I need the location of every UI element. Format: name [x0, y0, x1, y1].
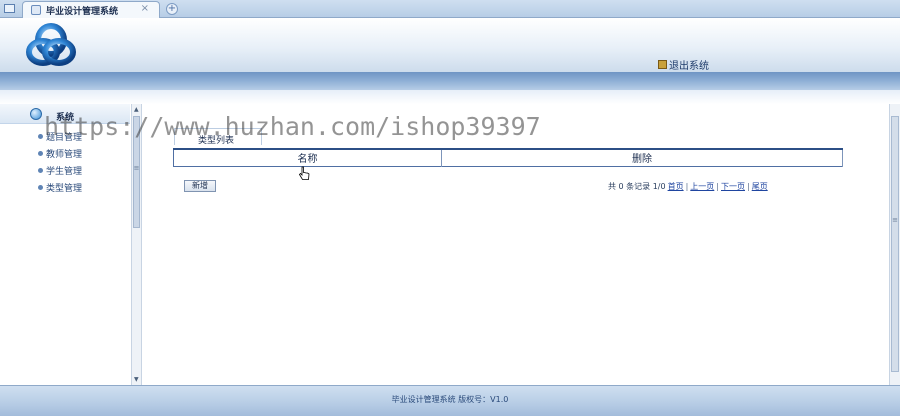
bullet-icon — [38, 151, 43, 156]
footer-text: 毕业设计管理系统 版权号：V1.0 — [391, 395, 509, 404]
app-header: 退出系统 — [0, 18, 900, 72]
sidebar-item-label: 类型管理 — [46, 184, 83, 194]
exit-icon — [658, 59, 667, 69]
pagination: 共 0 条记录 1/0 首页 | 上一页 | 下一页 | 尾页 — [608, 180, 768, 192]
exit-label: 退出系统 — [669, 60, 709, 72]
sidebar-scrollbar[interactable]: ▲ ≡ ▼ — [131, 104, 142, 385]
main-scroll-thumb[interactable] — [891, 116, 899, 372]
header-bar-fade — [0, 90, 900, 104]
main-scrollbar[interactable]: ≡ — [889, 104, 900, 385]
logo-icon — [26, 23, 76, 66]
pager-separator: | — [747, 181, 750, 191]
sidebar-item-label: 教师管理 — [46, 150, 83, 160]
sidebar-item-label: 学生管理 — [46, 167, 83, 177]
scroll-down-arrow-icon[interactable]: ▼ — [134, 376, 139, 383]
sidebar-item-types[interactable]: 类型管理 — [38, 179, 82, 196]
table-header-row: 名称 删除 — [173, 148, 843, 166]
bullet-icon — [38, 134, 43, 139]
exit-system-link[interactable]: 退出系统 — [658, 58, 709, 72]
add-button[interactable]: 新增 — [184, 180, 216, 192]
new-tab-icon[interactable]: + — [166, 3, 178, 15]
bullet-icon — [38, 168, 43, 173]
grip-icon: ≡ — [133, 164, 140, 172]
watermark-text: https://www.huzhan.com/ishop39397 — [44, 112, 541, 141]
sidebar-item-teachers[interactable]: 教师管理 — [38, 145, 82, 162]
tab-title: 毕业设计管理系统 — [46, 7, 119, 17]
bullet-icon — [38, 185, 43, 190]
pager-next-link[interactable]: 下一页 — [721, 181, 745, 192]
system-icon — [30, 108, 42, 120]
grip-icon: ≡ — [892, 216, 898, 224]
pager-prev-link[interactable]: 上一页 — [690, 181, 714, 192]
sidebar: 系统 题目管理 教师管理 学生管理 类型管理 — [0, 104, 130, 385]
close-icon[interactable]: × — [141, 3, 149, 14]
pager-separator: | — [685, 181, 689, 191]
pager-first-link[interactable]: 首页 — [668, 181, 684, 192]
column-header-delete[interactable]: 删除 — [441, 148, 843, 166]
window-icon[interactable] — [4, 4, 15, 13]
favicon-icon — [31, 5, 41, 15]
pager-summary: 共 0 条记录 1/0 — [608, 181, 666, 191]
main-content: 类型列表 名称 删除 新增 共 0 条记录 1/0 首页 | 上一页 | 下一页… — [146, 104, 888, 385]
browser-tab[interactable]: 毕业设计管理系统 × — [22, 1, 160, 18]
pager-last-link[interactable]: 尾页 — [752, 181, 768, 192]
type-table: 名称 删除 — [173, 148, 843, 167]
footer: 毕业设计管理系统 版权号：V1.0 — [0, 385, 900, 416]
pager-separator: | — [716, 181, 719, 191]
header-bar — [0, 72, 900, 90]
column-header-name[interactable]: 名称 — [173, 148, 442, 166]
pointer-cursor-icon — [299, 166, 310, 180]
sidebar-item-students[interactable]: 学生管理 — [38, 162, 82, 179]
browser-tab-strip: 毕业设计管理系统 × + — [0, 0, 900, 18]
